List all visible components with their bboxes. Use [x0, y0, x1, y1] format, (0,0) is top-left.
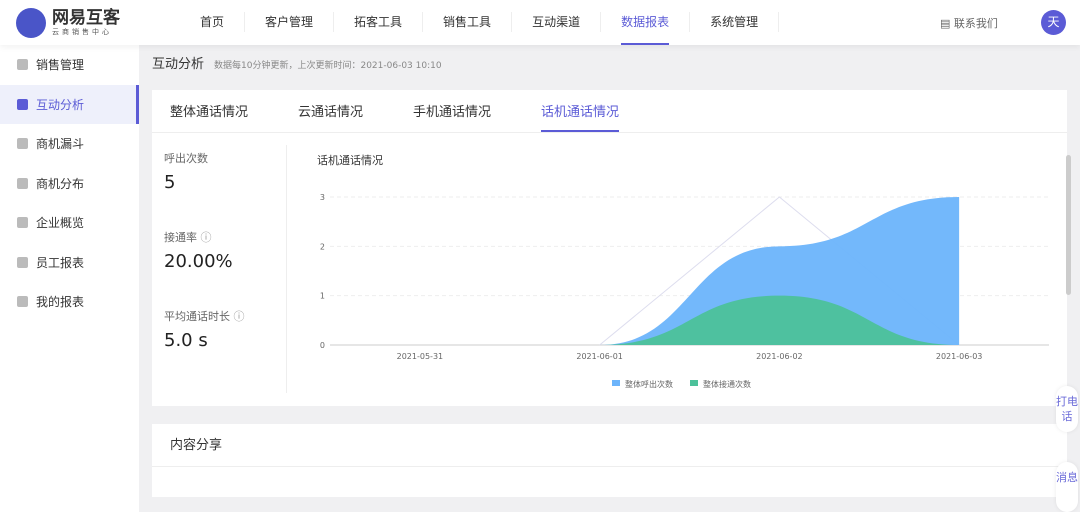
sidebar-item[interactable]: 商机分布 [0, 164, 139, 204]
menu-icon [17, 256, 28, 268]
sidebar-item[interactable]: 互动分析 [0, 84, 139, 124]
nav-item[interactable]: 客户管理 [245, 12, 335, 32]
menu-icon [17, 296, 28, 308]
menu-icon [17, 177, 28, 189]
nav-item[interactable]: 系统管理 [690, 12, 780, 32]
sidebar-item[interactable]: 企业概览 [0, 203, 139, 243]
y-tick-label: 0 [320, 341, 325, 350]
tab[interactable]: 整体通话情况 [170, 90, 248, 132]
x-tick-label: 2021-05-31 [397, 352, 444, 361]
scrollbar[interactable] [1066, 155, 1071, 295]
y-tick-label: 3 [320, 193, 325, 202]
x-tick-label: 2021-06-02 [756, 352, 803, 361]
legend-swatch [612, 380, 620, 386]
sidebar-item[interactable]: 员工报表 [0, 243, 139, 283]
sidebar: 销售管理互动分析商机漏斗商机分布企业概览员工报表我的报表 [0, 45, 139, 512]
update-note: 数据每10分钟更新，上次更新时间：2021-06-03 10:10 [214, 61, 442, 71]
y-tick-label: 2 [320, 242, 325, 251]
sidebar-label: 互动分析 [36, 97, 85, 112]
menu-icon [17, 59, 28, 71]
nav-item[interactable]: 数据报表 [601, 12, 691, 45]
sidebar-item[interactable]: 销售管理 [0, 45, 139, 85]
nav-item[interactable]: 互动渠道 [512, 12, 602, 32]
nav-item[interactable]: 销售工具 [423, 12, 513, 32]
page-title: 互动分析 [152, 57, 205, 72]
nav-item[interactable]: 首页 [180, 12, 246, 32]
legend-label[interactable]: 整体接通次数 [703, 379, 751, 389]
menu-icon [17, 98, 28, 110]
tabs: 整体通话情况 云通话情况 手机通话情况 话机通话情况 [152, 90, 1067, 133]
legend-label[interactable]: 整体呼出次数 [625, 379, 673, 389]
nav-item[interactable]: 拓客工具 [334, 12, 424, 32]
sidebar-label: 员工报表 [36, 255, 85, 270]
x-tick-label: 2021-06-01 [576, 352, 623, 361]
sidebar-label: 商机分布 [36, 176, 85, 191]
x-tick-label: 2021-06-03 [936, 352, 983, 361]
contact-us-link[interactable]: ▤ 联系我们 [940, 15, 998, 31]
logo-icon [16, 8, 46, 38]
sidebar-item[interactable]: 我的报表 [0, 282, 139, 322]
menu-icon [17, 217, 28, 229]
avatar[interactable]: 天 [1041, 10, 1066, 35]
logo-title: 网易互客 [52, 8, 120, 28]
menu-icon [17, 138, 28, 150]
sidebar-label: 商机漏斗 [36, 137, 85, 152]
tab[interactable]: 话机通话情况 [541, 90, 620, 132]
logo[interactable]: 网易互客 云商销售中心 [16, 8, 120, 38]
top-bar: 网易互客 云商销售中心 首页 客户管理 拓客工具 销售工具 互动渠道 数据报表 系统管理 ▤ … [0, 0, 1080, 45]
section-title: 内容分享 [152, 424, 1067, 467]
message-button[interactable]: 消息 [1056, 462, 1078, 512]
y-tick-label: 1 [320, 292, 325, 301]
chat-icon: ▤ [940, 17, 954, 30]
legend-swatch [690, 380, 698, 386]
tab[interactable]: 云通话情况 [298, 90, 363, 132]
sidebar-label: 我的报表 [36, 295, 85, 310]
sidebar-label: 企业概览 [36, 216, 85, 231]
area-chart: 0 1 2 3 2021-05-31 2021-06-01 2021-06-02 2021-0… [320, 193, 1049, 389]
sidebar-item[interactable]: 商机漏斗 [0, 124, 139, 164]
sidebar-label: 销售管理 [36, 58, 85, 73]
tab[interactable]: 手机通话情况 [413, 90, 491, 132]
main-nav: 首页 客户管理 拓客工具 销售工具 互动渠道 数据报表 系统管理 [180, 0, 780, 45]
content-share-card: 内容分享 [152, 424, 1067, 497]
logo-subtitle: 云商销售中心 [52, 28, 112, 36]
call-button[interactable]: 打电话 [1056, 386, 1078, 432]
page-header: 互动分析 数据每10分钟更新，上次更新时间：2021-06-03 10:10 [152, 53, 442, 72]
contact-label: 联系我们 [953, 17, 998, 30]
